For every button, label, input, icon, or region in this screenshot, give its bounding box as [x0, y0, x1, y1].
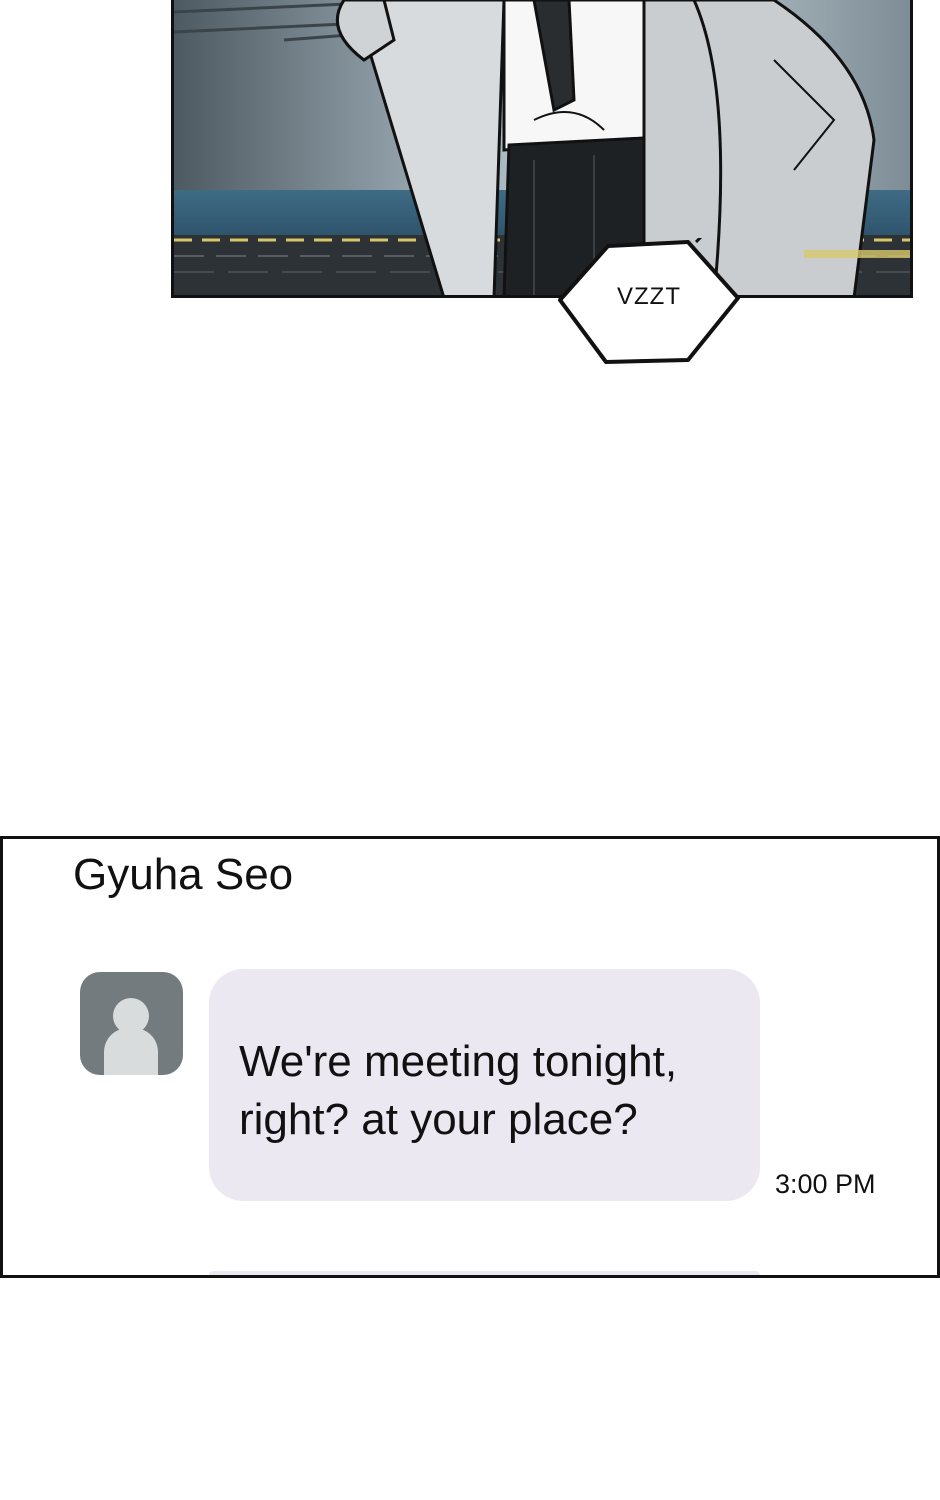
avatar-icon	[80, 972, 183, 1075]
message-bubble: We're meeting tonight, right? at your pl…	[209, 969, 760, 1201]
message-text: We're meeting tonight, right? at your pl…	[239, 1037, 678, 1144]
comic-panel	[171, 0, 913, 298]
message-timestamp: 3:00 PM	[775, 1169, 876, 1199]
contact-name: Gyuha Seo	[73, 850, 294, 899]
sound-effect-text: VZZT	[617, 283, 681, 310]
next-message-bubble-edge	[209, 1271, 760, 1275]
chat-screen: Gyuha Seo We're meeting tonight, right? …	[0, 836, 940, 1278]
comic-illustration	[174, 0, 910, 295]
